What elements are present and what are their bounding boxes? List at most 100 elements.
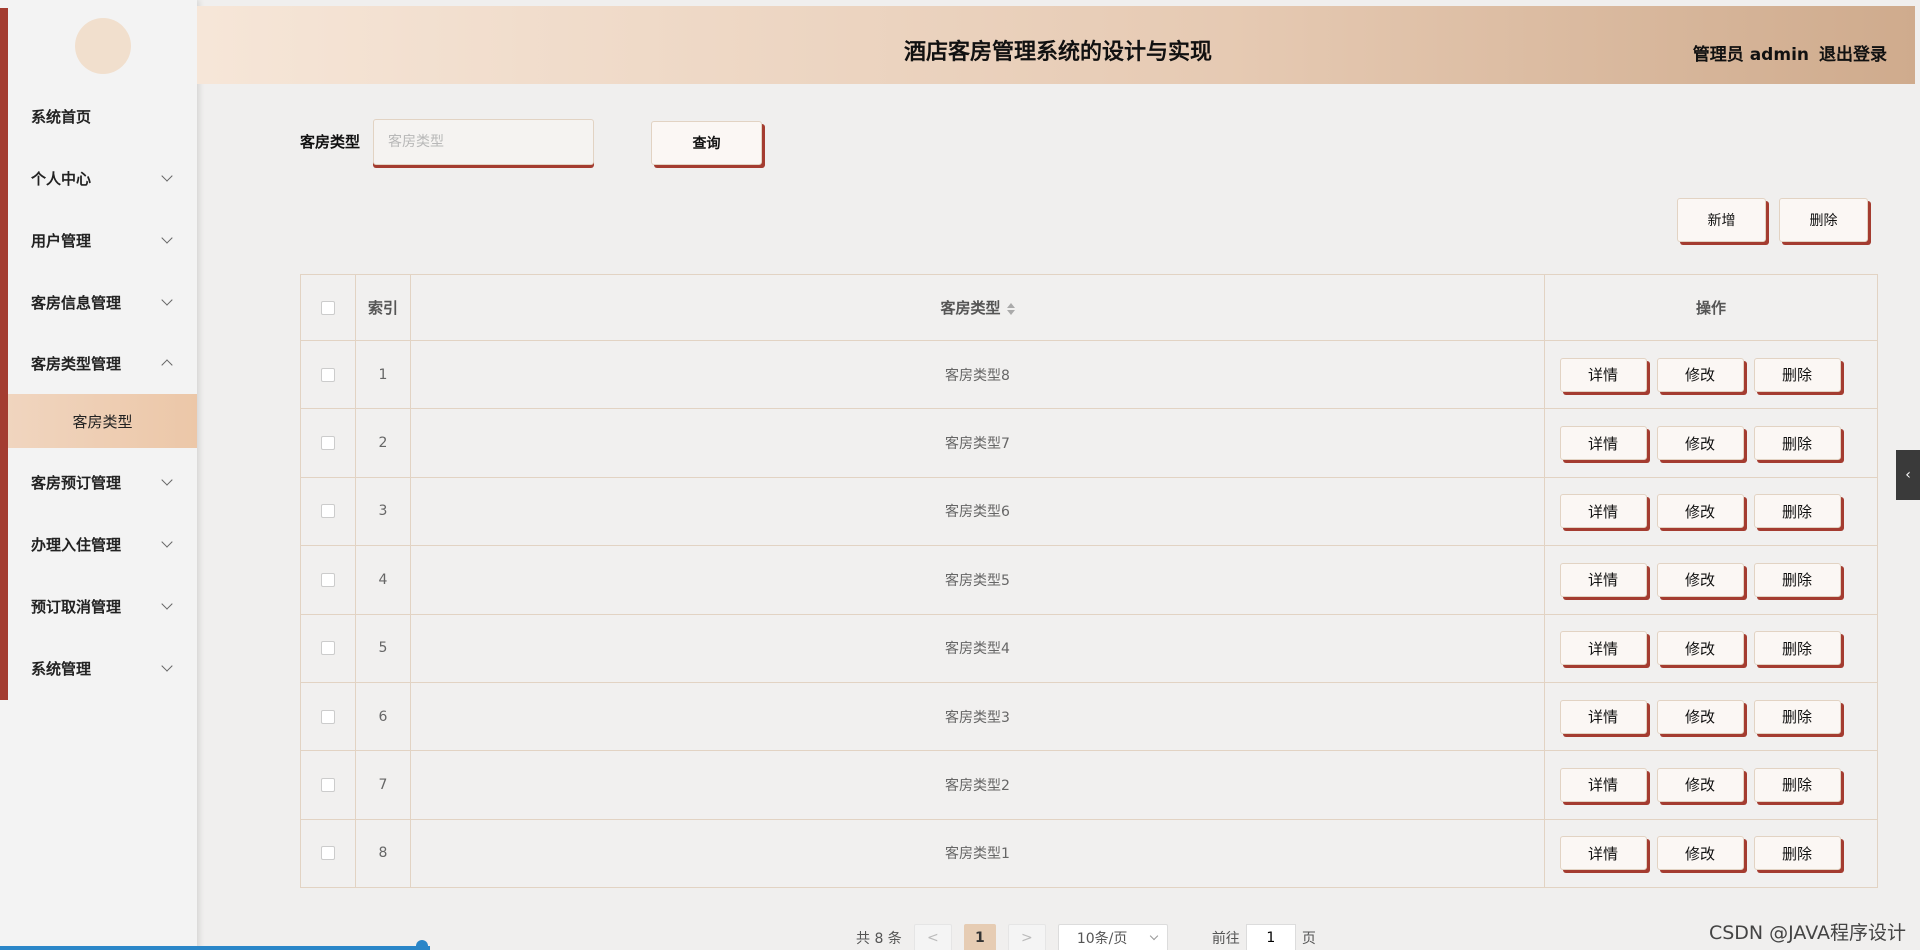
row-room-type: 客房类型6 (410, 476, 1545, 547)
table-row: 7 客房类型2 详情 修改 删除 (300, 750, 1878, 820)
sidebar-item-room-info[interactable]: 客房信息管理 (8, 282, 197, 322)
detail-button[interactable]: 详情 (1559, 631, 1647, 666)
sidebar-subitem-room-type[interactable]: 客房类型 (8, 394, 197, 448)
edit-button[interactable]: 修改 (1656, 562, 1744, 597)
sidebar-item-label: 用户管理 (31, 231, 92, 250)
row-index: 4 (355, 545, 411, 615)
select-all-checkbox[interactable] (321, 301, 335, 315)
row-delete-button[interactable]: 删除 (1753, 631, 1841, 666)
detail-button[interactable]: 详情 (1559, 494, 1647, 529)
row-room-type: 客房类型4 (410, 613, 1545, 683)
scroll-handle[interactable] (416, 940, 428, 950)
table-row: 3 客房类型6 详情 修改 删除 (300, 476, 1878, 547)
row-room-type: 客房类型2 (410, 750, 1545, 820)
row-select-cell (300, 476, 356, 547)
chevron-down-icon (161, 170, 173, 182)
row-actions-cell: 详情 修改 删除 (1544, 818, 1878, 889)
row-select-cell (300, 750, 356, 820)
table-row: 5 客房类型4 详情 修改 删除 (300, 613, 1878, 683)
sidebar-item-room-booking[interactable]: 客房预订管理 (8, 462, 197, 502)
edit-button[interactable]: 修改 (1656, 699, 1744, 734)
row-checkbox[interactable] (321, 777, 335, 792)
detail-button[interactable]: 详情 (1559, 357, 1647, 392)
pagination-page-button[interactable]: 1 (963, 924, 996, 950)
page-jump-input[interactable] (1245, 924, 1296, 950)
sidebar-item-personal-center[interactable]: 个人中心 (8, 158, 197, 198)
sidebar: 系统首页 个人中心 用户管理 客房信息管理 客房类型管理 客房类型 客房预订管理… (0, 0, 197, 950)
row-actions-cell: 详情 修改 删除 (1544, 476, 1878, 547)
detail-button[interactable]: 详情 (1559, 426, 1647, 461)
row-delete-button[interactable]: 删除 (1753, 426, 1841, 461)
user-label: 管理员 admin (1692, 45, 1809, 65)
edit-button[interactable]: 修改 (1656, 767, 1744, 802)
row-delete-button[interactable]: 删除 (1753, 836, 1841, 871)
row-delete-button[interactable]: 删除 (1753, 494, 1841, 529)
row-delete-button[interactable]: 删除 (1753, 767, 1841, 802)
logout-link[interactable]: 退出登录 (1819, 45, 1887, 65)
search-button[interactable]: 查询 (651, 121, 762, 165)
sidebar-item-label: 系统管理 (31, 659, 92, 678)
sidebar-item-label: 预订取消管理 (31, 597, 122, 616)
row-delete-button[interactable]: 删除 (1753, 357, 1841, 392)
row-checkbox[interactable] (321, 709, 335, 724)
collapse-tab[interactable]: ‹ (1896, 450, 1920, 500)
row-checkbox[interactable] (321, 436, 335, 451)
sidebar-accent-bar (0, 8, 8, 700)
column-header-label: 客房类型 (940, 299, 1001, 317)
edit-button[interactable]: 修改 (1656, 357, 1744, 392)
sidebar-item-label: 客房预订管理 (31, 473, 122, 492)
add-button[interactable]: 新增 (1677, 198, 1766, 242)
row-select-cell (300, 339, 356, 410)
edit-button[interactable]: 修改 (1656, 494, 1744, 529)
jump-prefix: 前往 (1211, 931, 1240, 947)
row-actions-cell: 详情 修改 删除 (1544, 681, 1878, 752)
row-delete-button[interactable]: 删除 (1753, 562, 1841, 597)
table-row: 8 客房类型1 详情 修改 删除 (300, 818, 1878, 889)
header: 酒店客房管理系统的设计与实现 管理员 admin 退出登录 (197, 6, 1915, 84)
pagination-next-button[interactable]: > (1007, 924, 1046, 950)
sidebar-item-system-management[interactable]: 系统管理 (8, 648, 197, 688)
data-table: 索引 客房类型 操作 1 客房类型8 详情 修改 删除 2 客房类型7 详情 修改 删除 3 客房类型… (300, 274, 1878, 889)
sidebar-item-label: 办理入住管理 (31, 535, 122, 554)
sidebar-item-room-type[interactable]: 客房类型管理 (8, 343, 197, 383)
row-select-cell (300, 408, 356, 478)
detail-button[interactable]: 详情 (1559, 699, 1647, 734)
search-input[interactable] (373, 119, 594, 165)
page-size-select[interactable]: 10条/页 (1057, 924, 1168, 950)
search-label: 客房类型 (300, 133, 361, 151)
row-room-type: 客房类型3 (410, 681, 1545, 752)
sidebar-item-user-management[interactable]: 用户管理 (8, 220, 197, 260)
row-index: 3 (355, 476, 411, 547)
row-checkbox[interactable] (321, 846, 335, 861)
edit-button[interactable]: 修改 (1656, 426, 1744, 461)
row-index: 6 (355, 681, 411, 752)
sidebar-item-label: 个人中心 (31, 169, 92, 188)
chevron-down-icon (161, 598, 173, 610)
row-checkbox[interactable] (321, 572, 335, 587)
edit-button[interactable]: 修改 (1656, 836, 1744, 871)
row-actions-cell: 详情 修改 删除 (1544, 613, 1878, 683)
chevron-left-icon: ‹ (1905, 467, 1911, 483)
edit-button[interactable]: 修改 (1656, 631, 1744, 666)
sort-icon[interactable] (1006, 302, 1015, 315)
detail-button[interactable]: 详情 (1559, 562, 1647, 597)
sidebar-item-check-in[interactable]: 办理入住管理 (8, 524, 197, 564)
detail-button[interactable]: 详情 (1559, 836, 1647, 871)
row-index: 5 (355, 613, 411, 683)
detail-button[interactable]: 详情 (1559, 767, 1647, 802)
row-delete-button[interactable]: 删除 (1753, 699, 1841, 734)
pagination-total: 共 8 条 (856, 931, 902, 947)
row-checkbox[interactable] (321, 641, 335, 656)
sidebar-item-home[interactable]: 系统首页 (8, 96, 197, 136)
column-header-room-type[interactable]: 客房类型 (410, 274, 1545, 341)
pagination-prev-button[interactable]: < (913, 924, 952, 950)
pagination: 共 8 条 < 1 > 10条/页 前往 页 (856, 924, 1316, 950)
chevron-down-icon (161, 536, 173, 548)
row-select-cell (300, 818, 356, 889)
row-select-cell (300, 681, 356, 752)
batch-delete-button[interactable]: 删除 (1779, 198, 1868, 242)
row-actions-cell: 详情 修改 删除 (1544, 545, 1878, 615)
sidebar-item-booking-cancel[interactable]: 预订取消管理 (8, 586, 197, 626)
row-checkbox[interactable] (321, 367, 335, 382)
row-checkbox[interactable] (321, 504, 335, 519)
